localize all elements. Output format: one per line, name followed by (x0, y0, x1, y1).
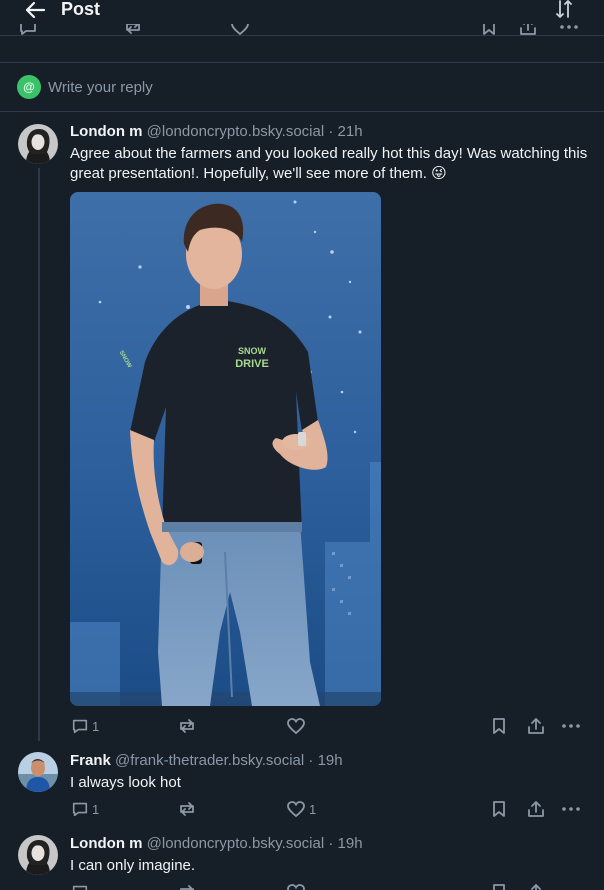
composer-avatar: @ (17, 75, 41, 99)
repost-button[interactable] (177, 799, 200, 819)
meta-separator: · (324, 835, 338, 852)
bookmark-icon (493, 884, 505, 890)
like-button[interactable] (286, 716, 309, 736)
bookmark-button[interactable] (490, 882, 508, 890)
reply-button[interactable] (71, 882, 89, 890)
bookmark-icon[interactable] (480, 24, 498, 36)
page-title: Post (61, 0, 101, 19)
reply-icon (72, 885, 88, 890)
like-icon (287, 718, 305, 735)
thread-settings-icon[interactable] (553, 0, 575, 20)
shirt-logo-line1: SNOW (238, 346, 267, 356)
reply-input-placeholder[interactable]: Write your reply (48, 79, 153, 96)
like-icon[interactable] (230, 24, 250, 36)
reply-icon (72, 719, 88, 734)
reply-count: 1 (92, 718, 100, 734)
reply-icon (72, 802, 88, 817)
meta-separator: · (324, 123, 338, 140)
shirt-logo-line2: DRIVE (235, 358, 269, 370)
post-timestamp[interactable]: 19h (318, 752, 343, 769)
post-header: Frank @frank-thetrader.bsky.social · 19h (70, 751, 343, 771)
reply-composer[interactable]: @ Write your reply (0, 62, 604, 112)
like-icon (287, 884, 305, 890)
post-timestamp[interactable]: 19h (338, 835, 363, 852)
share-button[interactable] (526, 716, 546, 736)
repost-button[interactable] (177, 716, 200, 736)
repost-icon (180, 885, 194, 890)
avatar[interactable] (18, 124, 58, 164)
bookmark-icon (493, 718, 505, 734)
author-handle[interactable]: @frank-thetrader.bsky.social (115, 752, 304, 769)
avatar[interactable] (18, 835, 58, 875)
bookmark-button[interactable] (490, 716, 508, 736)
repost-icon (180, 802, 194, 816)
reply-button[interactable]: 1 (71, 716, 99, 736)
more-options-button[interactable] (560, 716, 582, 736)
author-name[interactable]: Frank (70, 752, 111, 769)
author-name[interactable]: London m (70, 835, 142, 852)
top-bar: Post (0, 0, 604, 36)
post-image[interactable]: SNOW DRIVE SNOW (70, 192, 381, 706)
post-actions: 1 (0, 716, 604, 736)
like-button[interactable]: 1 (286, 799, 316, 819)
post-header: London m @londoncrypto.bsky.social · 21h (70, 122, 363, 142)
bookmark-button[interactable] (490, 799, 508, 819)
reply-button[interactable]: 1 (71, 799, 99, 819)
post-timestamp[interactable]: 21h (338, 123, 363, 140)
avatar[interactable] (18, 752, 58, 792)
more-options-icon (562, 807, 580, 811)
author-handle[interactable]: @londoncrypto.bsky.social (147, 123, 325, 140)
share-button[interactable] (526, 799, 546, 819)
share-icon (528, 801, 544, 817)
post-text: I always look hot (70, 774, 181, 791)
share-icon[interactable] (518, 24, 538, 36)
post-header: London m @londoncrypto.bsky.social · 19h (70, 834, 363, 854)
like-count: 1 (309, 801, 317, 817)
post-text: I can only imagine. (70, 857, 196, 874)
meta-separator: · (304, 752, 318, 769)
bookmark-icon (493, 801, 505, 817)
author-name[interactable]: London m (70, 123, 142, 140)
more-options-icon (562, 724, 580, 728)
share-icon (531, 884, 541, 890)
more-options-icon[interactable] (558, 24, 580, 36)
repost-icon[interactable] (123, 24, 143, 36)
thread-connector-line (38, 168, 40, 741)
author-handle[interactable]: @londoncrypto.bsky.social (147, 835, 325, 852)
like-button[interactable] (286, 882, 306, 890)
back-arrow-icon[interactable] (22, 0, 48, 23)
parent-post-actions (0, 24, 604, 36)
repost-icon (180, 719, 194, 733)
post-actions: 1 1 (0, 799, 604, 819)
reply-icon[interactable] (18, 24, 38, 36)
share-button[interactable] (526, 882, 546, 890)
post-actions (0, 882, 604, 890)
reply-count: 1 (92, 801, 100, 817)
like-icon (287, 801, 305, 818)
more-options-button[interactable] (560, 799, 582, 819)
repost-button[interactable] (177, 882, 197, 890)
post-text: Agree about the farmers and you looked r… (70, 145, 588, 182)
share-icon (528, 718, 544, 734)
post-thread-page: Post @ Write your reply London m @london… (0, 0, 604, 890)
